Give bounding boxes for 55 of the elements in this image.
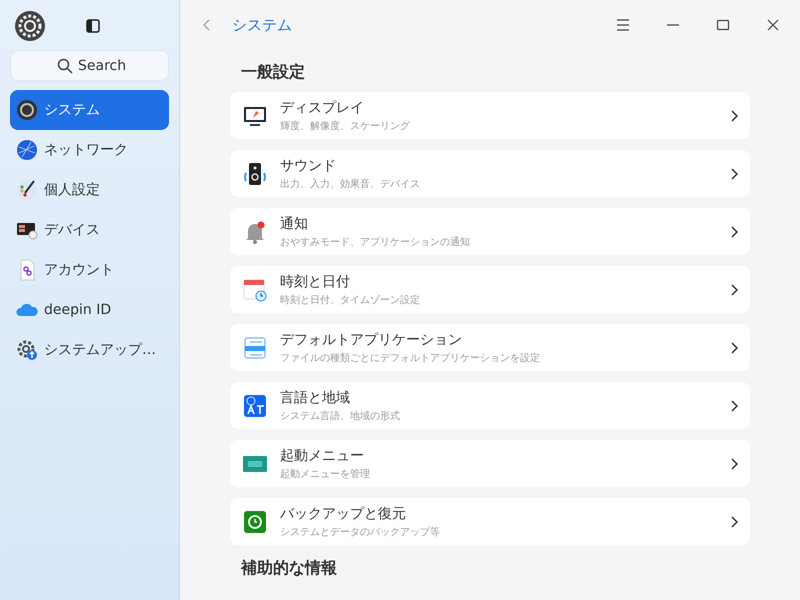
item-title: デフォルトアプリケーション bbox=[280, 330, 463, 348]
item-title: 時刻と日付 bbox=[280, 272, 351, 290]
settings-item[interactable]: ディスプレイ 輝度、解像度、スケーリング bbox=[230, 92, 750, 139]
close-icon[interactable] bbox=[766, 18, 780, 32]
calendar-icon bbox=[242, 276, 268, 302]
settings-item[interactable]: サウンド 出力、入力、効果音、デバイス bbox=[230, 150, 750, 197]
palette-icon bbox=[16, 179, 38, 201]
section-title: 一般設定 bbox=[240, 62, 306, 83]
item-title: バックアップと復元 bbox=[280, 504, 407, 522]
sidebar-item[interactable]: システムアップ… bbox=[10, 330, 169, 370]
sidebar-item[interactable]: システム bbox=[10, 90, 169, 130]
item-title: 通知 bbox=[280, 214, 309, 232]
settings-item[interactable]: 時刻と日付 時刻と日付、タイムゾーン設定 bbox=[230, 266, 750, 313]
settings-item[interactable]: 起動メニュー 起動メニューを管理 bbox=[230, 440, 750, 487]
item-title: 起動メニュー bbox=[280, 446, 365, 464]
translate-icon bbox=[242, 392, 268, 418]
settings-item[interactable]: 言語と地域 システム言語、地域の形式 bbox=[230, 382, 750, 429]
menu-icon[interactable] bbox=[616, 18, 630, 32]
item-title: 言語と地域 bbox=[280, 388, 351, 406]
item-description: おやすみモード、アプリケーションの通知 bbox=[280, 236, 471, 248]
item-description: ファイルの種類ごとにデフォルトアプリケーションを設定 bbox=[280, 352, 541, 364]
search-field[interactable]: Search bbox=[10, 50, 169, 81]
item-description: システムとデータのバックアップ等 bbox=[280, 526, 441, 538]
section-title: 補助的な情報 bbox=[240, 558, 338, 579]
clock-icon bbox=[242, 508, 268, 534]
chevron-right-icon bbox=[730, 458, 738, 470]
chevron-right-icon bbox=[730, 342, 738, 354]
sidebar-toggle-icon[interactable] bbox=[86, 19, 100, 33]
sidebar-item[interactable]: deepin ID bbox=[10, 290, 169, 330]
chevron-right-icon bbox=[730, 400, 738, 412]
chevron-right-icon bbox=[730, 226, 738, 238]
item-description: システム言語、地域の形式 bbox=[280, 410, 401, 422]
maximize-icon[interactable] bbox=[716, 18, 730, 32]
settings-item[interactable]: デフォルトアプリケーション ファイルの種類ごとにデフォルトアプリケーションを設定 bbox=[230, 324, 750, 371]
item-description: 輝度、解像度、スケーリング bbox=[280, 120, 411, 132]
globe-icon bbox=[16, 139, 38, 161]
item-description: 時刻と日付、タイムゾーン設定 bbox=[280, 294, 421, 306]
search-icon bbox=[57, 58, 73, 74]
speaker-icon bbox=[242, 160, 268, 186]
item-title: ディスプレイ bbox=[280, 98, 365, 116]
item-title: サウンド bbox=[280, 156, 337, 174]
chevron-right-icon bbox=[730, 168, 738, 180]
item-description: 起動メニューを管理 bbox=[280, 468, 371, 480]
sidebar-item[interactable]: 個人設定 bbox=[10, 170, 169, 210]
sidebar-item[interactable]: デバイス bbox=[10, 210, 169, 250]
item-description: 出力、入力、効果音、デバイス bbox=[280, 178, 421, 190]
page-title: システム bbox=[232, 16, 292, 34]
chevron-right-icon bbox=[730, 110, 738, 122]
chevron-right-icon bbox=[730, 284, 738, 296]
settings-item[interactable]: バックアップと復元 システムとデータのバックアップ等 bbox=[230, 498, 750, 545]
sidebar-item[interactable]: ネットワーク bbox=[10, 130, 169, 170]
sidebar-item[interactable]: アカウント bbox=[10, 250, 169, 290]
chevron-right-icon bbox=[730, 516, 738, 528]
list-icon bbox=[242, 334, 268, 360]
settings-item[interactable]: 通知 おやすみモード、アプリケーションの通知 bbox=[230, 208, 750, 255]
